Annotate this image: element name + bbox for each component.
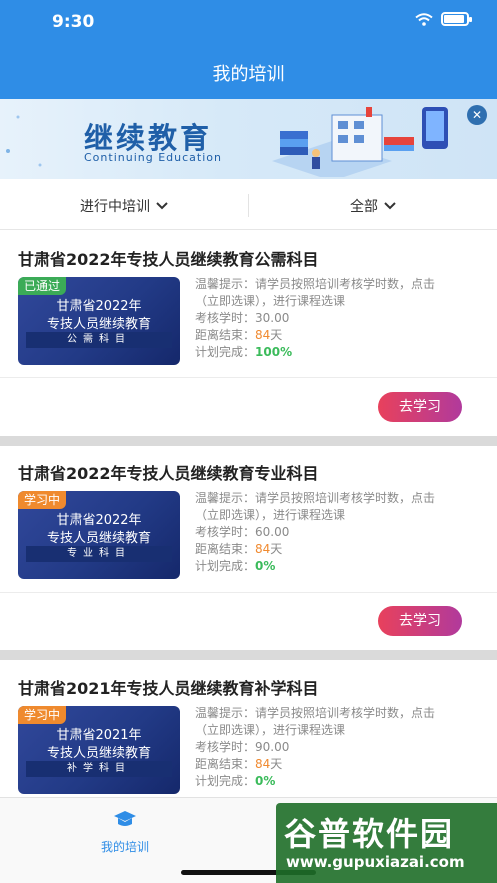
days-remaining: 84 (255, 328, 271, 342)
course-info: 温馨提示：请学员按照培训考核学时数，点击 （立即选课），进行课程选课 考核学时：… (195, 490, 485, 575)
app-header: 9:30 我的培训 (0, 0, 497, 99)
category-filter-dropdown[interactable]: 全部 (249, 182, 497, 229)
banner[interactable]: 继续教育 Continuing Education ✕ (0, 99, 497, 179)
section-gap (0, 436, 497, 446)
go-study-button[interactable]: 去学习 (378, 606, 462, 636)
course-card[interactable]: 甘肃省2021年专技人员继续教育补学科目 学习中 甘肃省2021年 专技人员继续… (0, 660, 497, 800)
plan-completion: 0% (255, 559, 276, 573)
watermark-brand: 谷普软件园 (284, 815, 455, 853)
course-card[interactable]: 甘肃省2022年专技人员继续教育专业科目 学习中 甘肃省2022年 专技人员继续… (0, 446, 497, 652)
tip-text-cont: （立即选课），进行课程选课 (195, 508, 346, 522)
thumbnail-line2: 专技人员继续教育 (46, 531, 151, 546)
status-time: 9:30 (52, 12, 95, 32)
status-icons (415, 12, 472, 26)
tip-text-cont: （立即选课），进行课程选课 (195, 294, 346, 308)
course-info: 温馨提示：请学员按照培训考核学时数，点击 （立即选课），进行课程选课 考核学时：… (195, 705, 485, 790)
thumbnail-line2: 专技人员继续教育 (46, 317, 151, 332)
tip-text: 请学员按照培训考核学时数，点击 (255, 277, 436, 291)
banner-decoration-icon (6, 115, 42, 167)
chevron-down-icon (384, 201, 396, 209)
thumbnail-line1: 甘肃省2021年 (56, 728, 142, 743)
plan-completion: 100% (255, 345, 293, 359)
tip-text: 请学员按照培训考核学时数，点击 (255, 491, 436, 505)
days-remaining: 84 (255, 542, 271, 556)
thumbnail-line2: 专技人员继续教育 (46, 746, 151, 761)
course-thumbnail: 学习中 甘肃省2021年 专技人员继续教育 补学科目 (18, 706, 180, 794)
watermark-url: www.gupuxiazai.com (286, 853, 465, 871)
required-hours: 90.00 (255, 740, 290, 754)
tab-my-training[interactable]: 我的培训 (94, 810, 156, 855)
status-badge: 学习中 (18, 706, 67, 724)
thumbnail-category: 补学科目 (26, 761, 172, 777)
education-illustration-icon (272, 107, 448, 177)
filter-bar: 进行中培训 全部 (0, 182, 497, 230)
thumbnail-line1: 甘肃省2022年 (56, 513, 142, 528)
days-remaining: 84 (255, 757, 271, 771)
thumbnail-category: 公需科目 (26, 332, 172, 348)
course-thumbnail: 已通过 甘肃省2022年 专技人员继续教育 公需科目 (18, 277, 180, 365)
required-hours: 30.00 (255, 311, 290, 325)
banner-subtitle: Continuing Education (84, 151, 222, 164)
status-badge: 已通过 (18, 277, 67, 295)
course-info: 温馨提示：请学员按照培训考核学时数，点击 （立即选课），进行课程选课 考核学时：… (195, 276, 485, 361)
section-gap (0, 650, 497, 660)
status-filter-dropdown[interactable]: 进行中培训 (0, 182, 248, 229)
chevron-down-icon (156, 201, 168, 209)
course-title: 甘肃省2021年专技人员继续教育补学科目 (18, 679, 319, 698)
course-title: 甘肃省2022年专技人员继续教育公需科目 (18, 250, 319, 269)
tip-text: 请学员按照培训考核学时数，点击 (255, 706, 436, 720)
course-title: 甘肃省2022年专技人员继续教育专业科目 (18, 464, 319, 483)
course-thumbnail: 学习中 甘肃省2022年 专技人员继续教育 专业科目 (18, 491, 180, 579)
graduation-cap-icon (114, 811, 136, 826)
tip-text-cont: （立即选课），进行课程选课 (195, 723, 346, 737)
thumbnail-category: 专业科目 (26, 546, 172, 562)
battery-icon (441, 12, 472, 26)
divider (0, 592, 497, 593)
thumbnail-line1: 甘肃省2022年 (56, 299, 142, 314)
go-study-button[interactable]: 去学习 (378, 392, 462, 422)
category-filter-label: 全部 (350, 198, 378, 215)
page-title: 我的培训 (212, 64, 285, 85)
plan-completion: 0% (255, 774, 276, 788)
banner-close-button[interactable]: ✕ (467, 105, 487, 125)
watermark: 谷普软件园 www.gupuxiazai.com (276, 803, 497, 883)
wifi-icon (415, 12, 433, 26)
status-filter-label: 进行中培训 (80, 198, 150, 215)
course-card[interactable]: 甘肃省2022年专技人员继续教育公需科目 已通过 甘肃省2022年 专技人员继续… (0, 231, 497, 437)
divider (0, 377, 497, 378)
required-hours: 60.00 (255, 525, 290, 539)
tab-label: 我的培训 (100, 840, 149, 854)
status-badge: 学习中 (18, 491, 67, 509)
